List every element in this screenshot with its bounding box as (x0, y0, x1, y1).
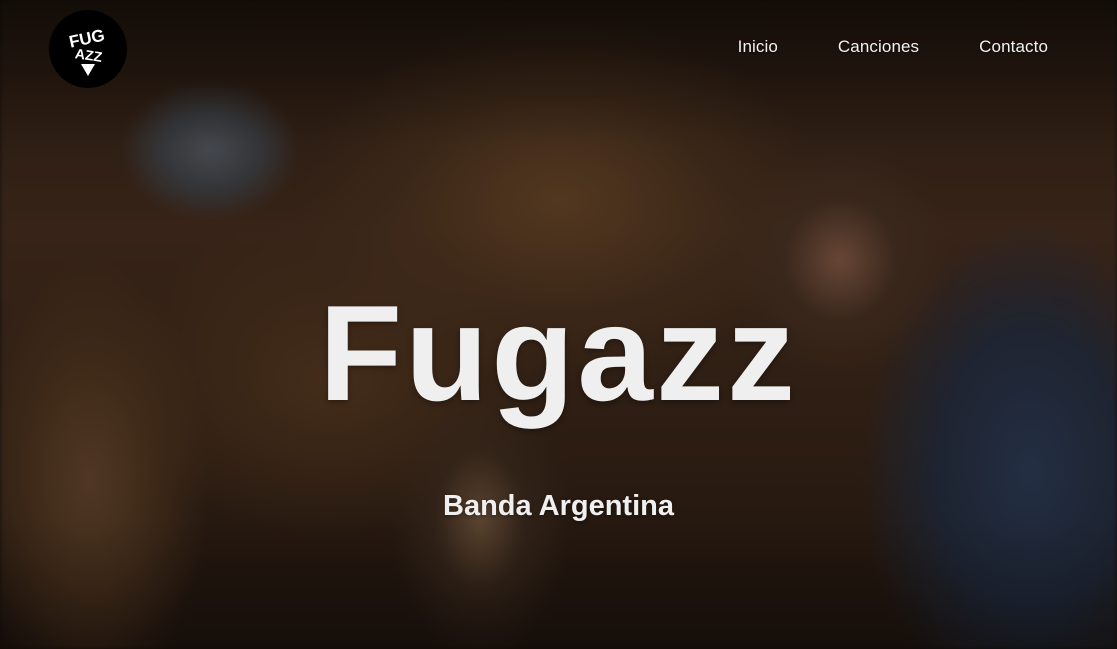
hero-title: Fugazz (319, 277, 798, 429)
nav-link-inicio[interactable]: Inicio (738, 37, 778, 57)
nav-link-contacto[interactable]: Contacto (979, 37, 1048, 57)
hero-section: FUG AZZ Inicio Canciones Contacto Fugazz… (0, 0, 1117, 649)
main-nav: Inicio Canciones Contacto (738, 37, 1048, 57)
nav-link-canciones[interactable]: Canciones (838, 37, 919, 57)
band-logo-icon: FUG AZZ (55, 16, 121, 82)
band-logo[interactable]: FUG AZZ (49, 10, 127, 88)
hero-subtitle: Banda Argentina (443, 490, 674, 522)
